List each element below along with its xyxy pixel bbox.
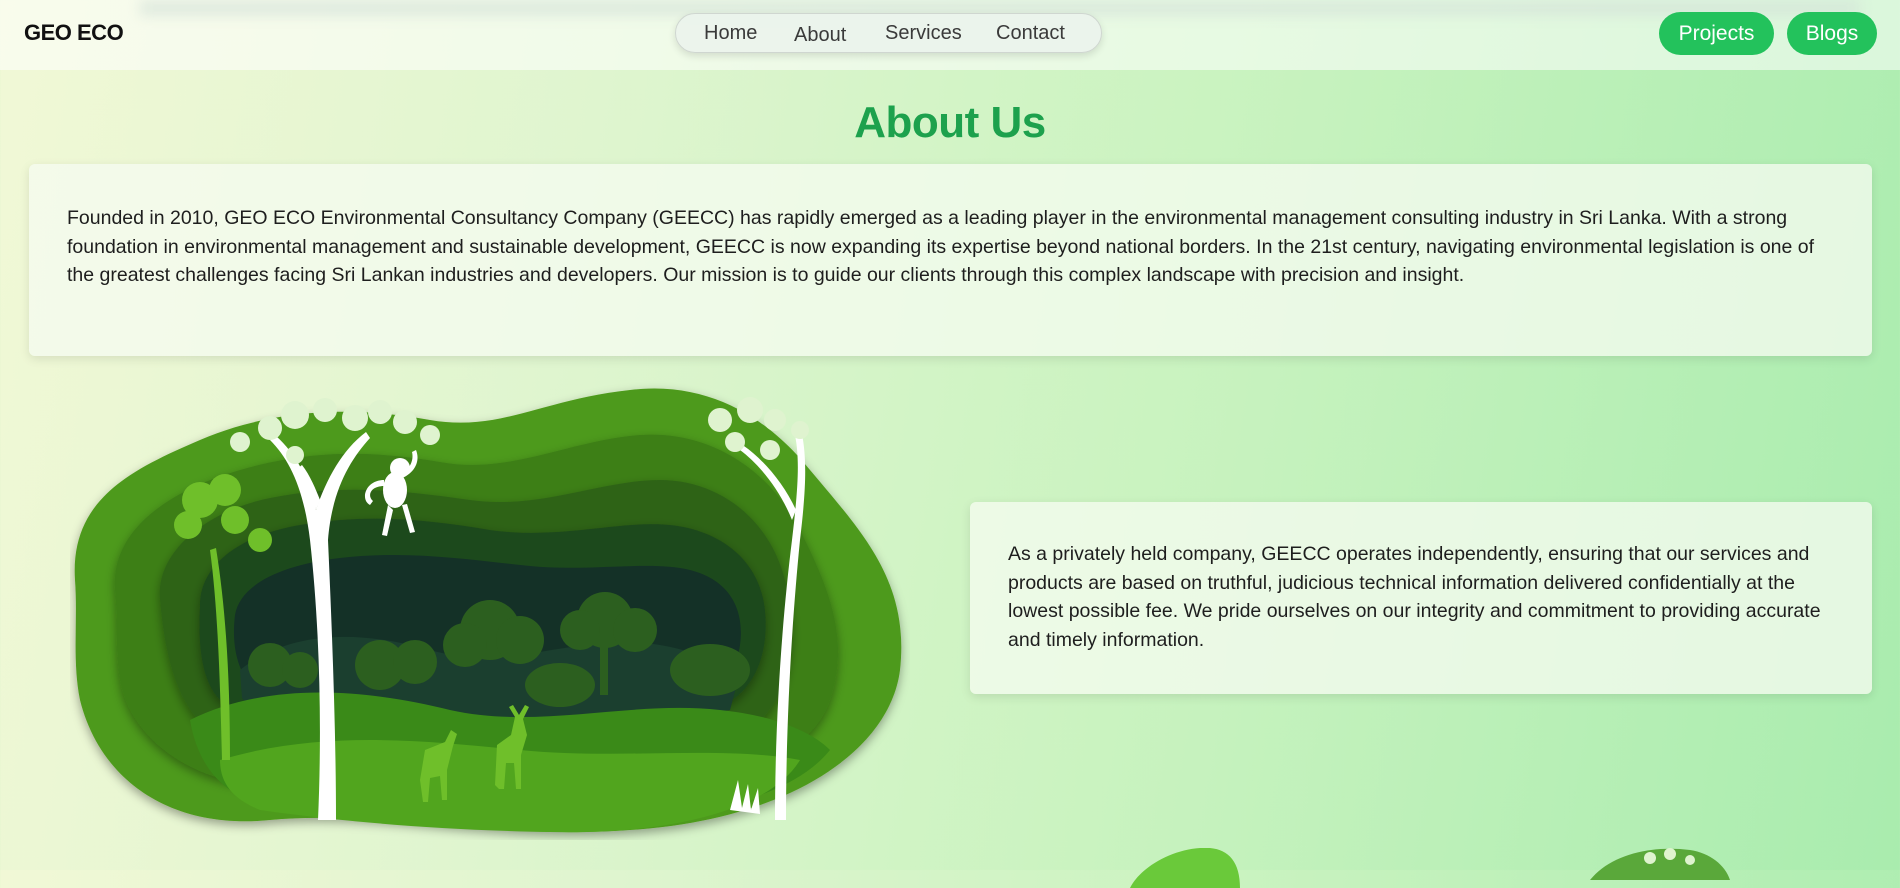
site-logo[interactable]: GEO ECO bbox=[24, 20, 124, 46]
main-nav: Home About Services Contact bbox=[675, 13, 1102, 53]
nav-about[interactable]: About bbox=[794, 24, 846, 47]
about-intro-text: Founded in 2010, GEO ECO Environmental C… bbox=[67, 207, 1815, 286]
top-navbar: GEO ECO Home About Services Contact Proj… bbox=[0, 0, 1900, 70]
nav-home[interactable]: Home bbox=[704, 22, 757, 45]
about-independence-card: As a privately held company, GEECC opera… bbox=[970, 502, 1872, 694]
nav-services[interactable]: Services bbox=[885, 22, 962, 45]
about-intro-card: Founded in 2010, GEO ECO Environmental C… bbox=[29, 164, 1872, 356]
projects-button[interactable]: Projects bbox=[1659, 12, 1774, 55]
about-independence-text: As a privately held company, GEECC opera… bbox=[1008, 543, 1821, 651]
about-heading: About Us bbox=[854, 98, 1046, 147]
bottom-blob-decoration bbox=[1130, 848, 1240, 888]
forest-illustration bbox=[74, 388, 902, 833]
blogs-button[interactable]: Blogs bbox=[1787, 12, 1877, 55]
nav-contact[interactable]: Contact bbox=[996, 22, 1065, 45]
bottom-tree-decoration bbox=[1590, 848, 1730, 880]
